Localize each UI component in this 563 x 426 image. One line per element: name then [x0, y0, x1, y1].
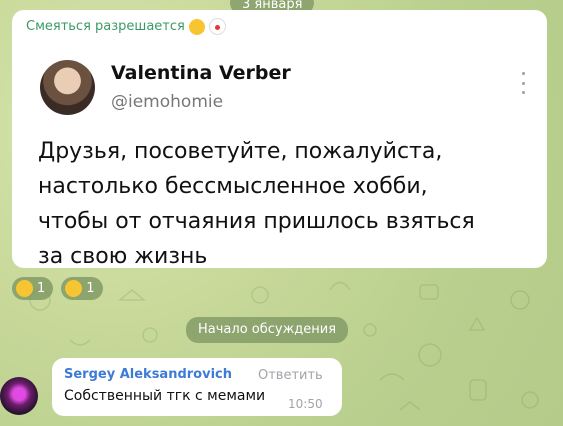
tweet-author-handle: @iemohomie: [111, 92, 224, 112]
reaction-count: 1: [37, 281, 46, 296]
comment-author-avatar[interactable]: [0, 377, 38, 415]
tweet-author-name: Valentina Verber: [111, 62, 291, 84]
rofl-emoji-icon: [65, 280, 83, 297]
grinning-emoji-icon: [16, 280, 33, 297]
reaction-rofl[interactable]: 1: [61, 277, 103, 300]
forward-source-link[interactable]: Смеяться разрешается: [26, 18, 226, 35]
comment-author-name[interactable]: Sergey Aleksandrovich: [64, 367, 232, 382]
forwarded-post-bubble[interactable]: Смеяться разрешается Valentina Verber @i…: [12, 10, 547, 269]
reactions-bar: 1 1: [12, 277, 103, 300]
comment-bubble[interactable]: Sergey Aleksandrovich Ответить Собственн…: [52, 358, 342, 416]
more-options-icon: [520, 72, 526, 94]
tweet-text: Друзья, посоветуйте, пожалуйста, настоль…: [38, 139, 475, 269]
discussion-start-separator: Начало обсуждения: [186, 317, 349, 343]
grinning-emoji-icon: [188, 18, 205, 35]
comment-text: Собственный тгк с мемами: [64, 388, 266, 404]
reaction-count: 1: [86, 281, 95, 296]
forward-source-label: Смеяться разрешается: [26, 19, 185, 34]
reply-button[interactable]: Ответить: [258, 368, 323, 383]
tweet-author-avatar: [40, 60, 95, 115]
clown-emoji-icon: [208, 18, 226, 35]
reaction-grinning[interactable]: 1: [12, 277, 54, 300]
comment-timestamp: 10:50: [288, 397, 323, 411]
